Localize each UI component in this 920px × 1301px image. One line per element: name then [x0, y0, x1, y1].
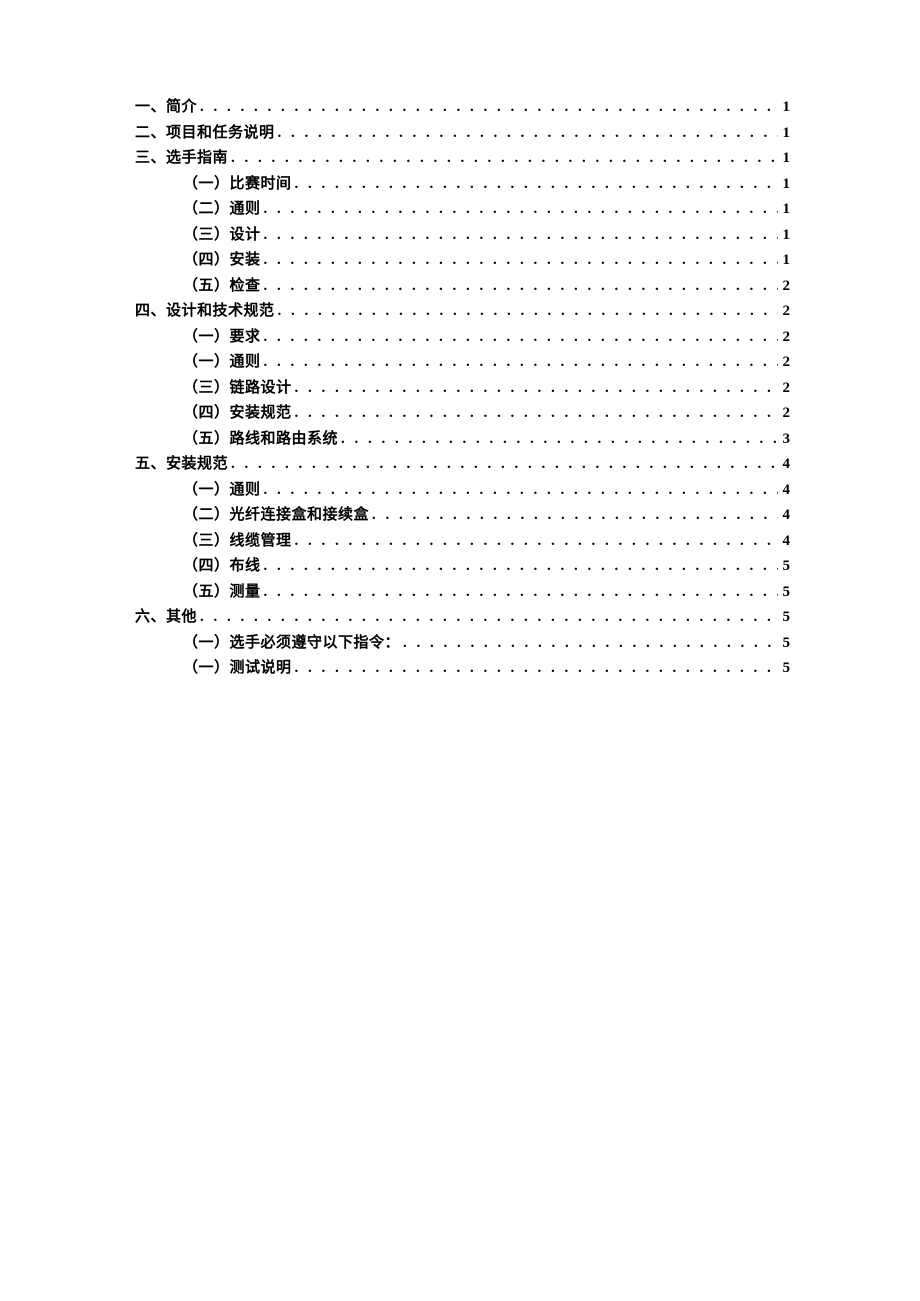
toc-leader [275, 121, 778, 147]
toc-label: （一）通则 [183, 350, 261, 376]
toc-leader [292, 172, 778, 198]
toc-entry: （一）比赛时间 1 [135, 172, 790, 198]
toc-entry: 二、项目和任务说明 1 [135, 121, 790, 147]
toc-entry: 一、简介 1 [135, 95, 790, 121]
toc-leader [197, 605, 778, 631]
toc-label: （二）通则 [183, 197, 261, 223]
toc-label: （四）安装 [183, 248, 261, 274]
toc-leader [369, 503, 778, 529]
toc-entry: （一）选手必须遵守以下指令： 5 [135, 631, 790, 657]
toc-page: 1 [778, 146, 790, 172]
toc-page: 1 [778, 223, 790, 249]
toc-page: 4 [778, 452, 790, 478]
toc-page: 1 [778, 197, 790, 223]
toc-page: 5 [778, 631, 790, 657]
toc-page: 1 [778, 248, 790, 274]
toc-entry: （三）链路设计 2 [135, 376, 790, 402]
toc-leader [197, 95, 778, 121]
toc-entry: （四）安装 1 [135, 248, 790, 274]
toc-entry: （四）布线 5 [135, 554, 790, 580]
toc-page: 1 [778, 121, 790, 147]
toc-leader [261, 350, 778, 376]
toc-page: 2 [778, 401, 790, 427]
toc-label: （五）路线和路由系统 [183, 427, 338, 453]
toc-leader [338, 427, 778, 453]
toc-page: 2 [778, 376, 790, 402]
toc-label: （三）设计 [183, 223, 261, 249]
toc-entry: （一）要求 2 [135, 325, 790, 351]
toc-entry: （一）通则 2 [135, 350, 790, 376]
toc-label: 五、安装规范 [135, 452, 228, 478]
toc-page: 1 [778, 172, 790, 198]
toc-label: （三）链路设计 [183, 376, 292, 402]
toc-page: 5 [778, 580, 790, 606]
toc-label: 一、简介 [135, 95, 197, 121]
toc-page: 1 [778, 95, 790, 121]
toc-leader [261, 197, 778, 223]
toc-label: （三）线缆管理 [183, 529, 292, 555]
toc-entry: （一）通则 4 [135, 478, 790, 504]
toc-label: （四）安装规范 [183, 401, 292, 427]
toc-entry: （四）安装规范 2 [135, 401, 790, 427]
toc-leader [261, 554, 778, 580]
toc-page: 5 [778, 605, 790, 631]
toc-page: 5 [778, 656, 790, 682]
toc-leader [292, 376, 778, 402]
toc-label: （五）测量 [183, 580, 261, 606]
toc-page: 4 [778, 503, 790, 529]
toc-leader [261, 248, 778, 274]
toc-leader [228, 146, 778, 172]
toc-entry: 三、选手指南 1 [135, 146, 790, 172]
toc-page: 2 [778, 299, 790, 325]
toc-entry: （一）测试说明 5 [135, 656, 790, 682]
toc-entry: 四、设计和技术规范 2 [135, 299, 790, 325]
toc-leader [275, 299, 778, 325]
toc-leader [400, 631, 778, 657]
toc-leader [228, 452, 778, 478]
toc-entry: （二）光纤连接盒和接续盒 4 [135, 503, 790, 529]
toc-entry: （三）线缆管理 4 [135, 529, 790, 555]
toc-entry: （五）测量 5 [135, 580, 790, 606]
toc-leader [292, 529, 778, 555]
toc-entry: （五）检查 2 [135, 274, 790, 300]
toc-label: 二、项目和任务说明 [135, 121, 275, 147]
toc-entry: 六、其他 5 [135, 605, 790, 631]
toc-label: 四、设计和技术规范 [135, 299, 275, 325]
toc-label: （一）通则 [183, 478, 261, 504]
toc-leader [261, 274, 778, 300]
toc-page: 4 [778, 478, 790, 504]
toc-entry: （二）通则 1 [135, 197, 790, 223]
toc-label: （二）光纤连接盒和接续盒 [183, 503, 369, 529]
toc-page: 4 [778, 529, 790, 555]
toc-leader [292, 656, 778, 682]
toc-label: （一）比赛时间 [183, 172, 292, 198]
toc-label: 六、其他 [135, 605, 197, 631]
toc-leader [261, 223, 778, 249]
toc-leader [261, 478, 778, 504]
toc-entry: （三）设计 1 [135, 223, 790, 249]
toc-page: 2 [778, 274, 790, 300]
toc-leader [261, 580, 778, 606]
toc-label: （一）测试说明 [183, 656, 292, 682]
toc-label: （一）要求 [183, 325, 261, 351]
toc-label: （五）检查 [183, 274, 261, 300]
toc-entry: 五、安装规范 4 [135, 452, 790, 478]
toc-entry: （五）路线和路由系统 3 [135, 427, 790, 453]
toc-leader [261, 325, 778, 351]
toc-leader [292, 401, 778, 427]
toc-page: 2 [778, 325, 790, 351]
toc-page: 2 [778, 350, 790, 376]
toc-label: （四）布线 [183, 554, 261, 580]
toc-page: 5 [778, 554, 790, 580]
toc-page: 3 [778, 427, 790, 453]
toc-label: 三、选手指南 [135, 146, 228, 172]
toc-label: （一）选手必须遵守以下指令： [183, 631, 400, 657]
